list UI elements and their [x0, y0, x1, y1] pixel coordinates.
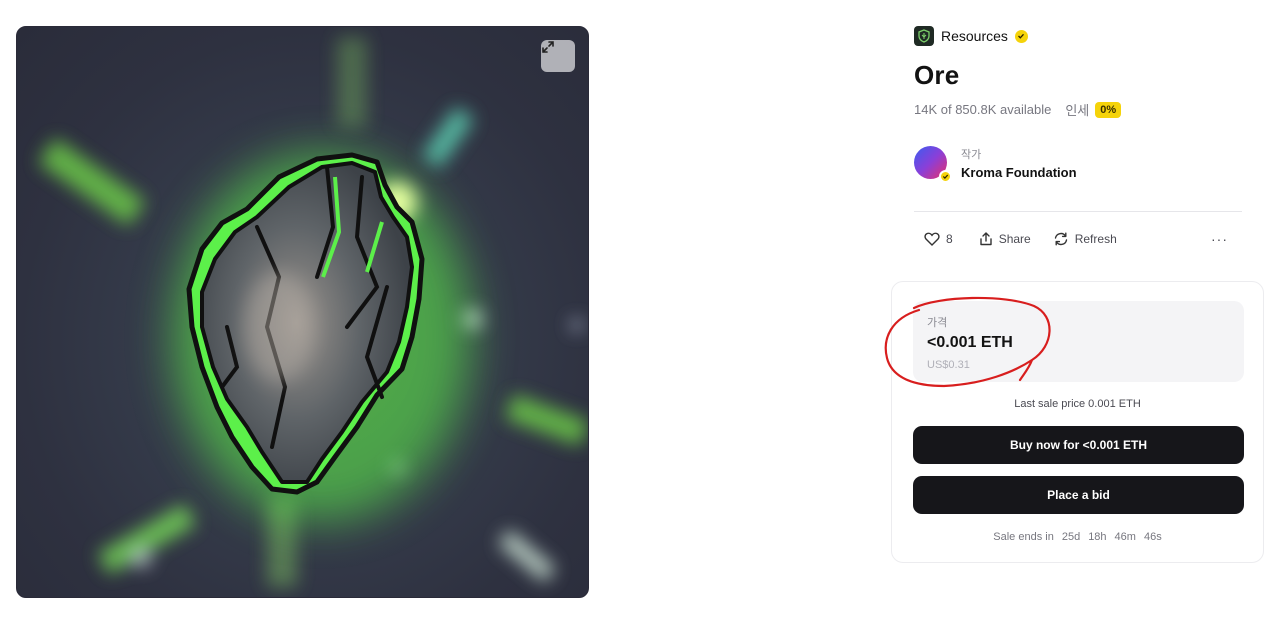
- share-label: Share: [998, 232, 1031, 246]
- countdown-seconds: 46s: [1143, 531, 1162, 543]
- royalty-badge: 0%: [1095, 101, 1122, 118]
- sale-end-countdown: Sale ends in 25d 18h 46m 46s: [892, 531, 1263, 543]
- ore-illustration: [38, 37, 588, 587]
- sale-ends-label: Sale ends in: [993, 531, 1054, 543]
- verified-badge-icon: [1014, 29, 1028, 43]
- countdown-hours: 18h: [1088, 531, 1107, 543]
- availability-text: 14K of 850.8K available: [914, 102, 1052, 117]
- refresh-icon: [1054, 232, 1067, 246]
- creator-avatar-wrap: [914, 146, 952, 183]
- share-button[interactable]: Share: [979, 232, 1031, 246]
- item-info: Resources Ore 14K of 850.8K available 인세…: [914, 26, 1244, 248]
- action-bar: 8 Share Refresh ···: [914, 230, 1244, 248]
- last-sale-text: Last sale price 0.001 ETH: [1014, 398, 1141, 410]
- refresh-label: Refresh: [1074, 232, 1117, 246]
- countdown-minutes: 46m: [1114, 531, 1136, 543]
- like-button[interactable]: 8: [924, 232, 953, 246]
- item-meta: 14K of 850.8K available 인세 0%: [914, 100, 1244, 119]
- leaf-shield-icon: [918, 29, 930, 43]
- more-options-icon[interactable]: ···: [1211, 231, 1228, 247]
- countdown-days: 25d: [1061, 531, 1081, 543]
- creator-block[interactable]: 작가 Kroma Foundation: [914, 146, 1244, 183]
- creator-label: 작가: [961, 149, 982, 161]
- item-title: Ore: [914, 60, 960, 90]
- creator-text: 작가 Kroma Foundation: [961, 146, 1077, 180]
- collection-name[interactable]: Resources: [941, 28, 1008, 44]
- red-circle-annotation: [884, 296, 1051, 388]
- likes-count: 8: [946, 232, 953, 246]
- royalty-label: 인세: [1065, 103, 1090, 118]
- collection-logo: [914, 26, 934, 46]
- creator-name[interactable]: Kroma Foundation: [961, 165, 1077, 180]
- expand-icon: [542, 41, 554, 53]
- heart-icon: [924, 232, 940, 246]
- refresh-button[interactable]: Refresh: [1053, 232, 1117, 246]
- nft-item-page: Resources Ore 14K of 850.8K available 인세…: [0, 0, 1280, 627]
- place-bid-button[interactable]: Place a bid: [913, 476, 1244, 514]
- expand-button[interactable]: [541, 40, 575, 72]
- buy-now-button[interactable]: Buy now for <0.001 ETH: [913, 426, 1244, 464]
- collection-link[interactable]: Resources: [914, 26, 1244, 46]
- verified-badge-icon: [939, 170, 952, 183]
- price-card: 가격 <0.001 ETH US$0.31 Last sale price 0.…: [884, 281, 1264, 563]
- divider: [914, 211, 1242, 212]
- nft-artwork[interactable]: [16, 26, 589, 598]
- share-icon: [979, 232, 992, 246]
